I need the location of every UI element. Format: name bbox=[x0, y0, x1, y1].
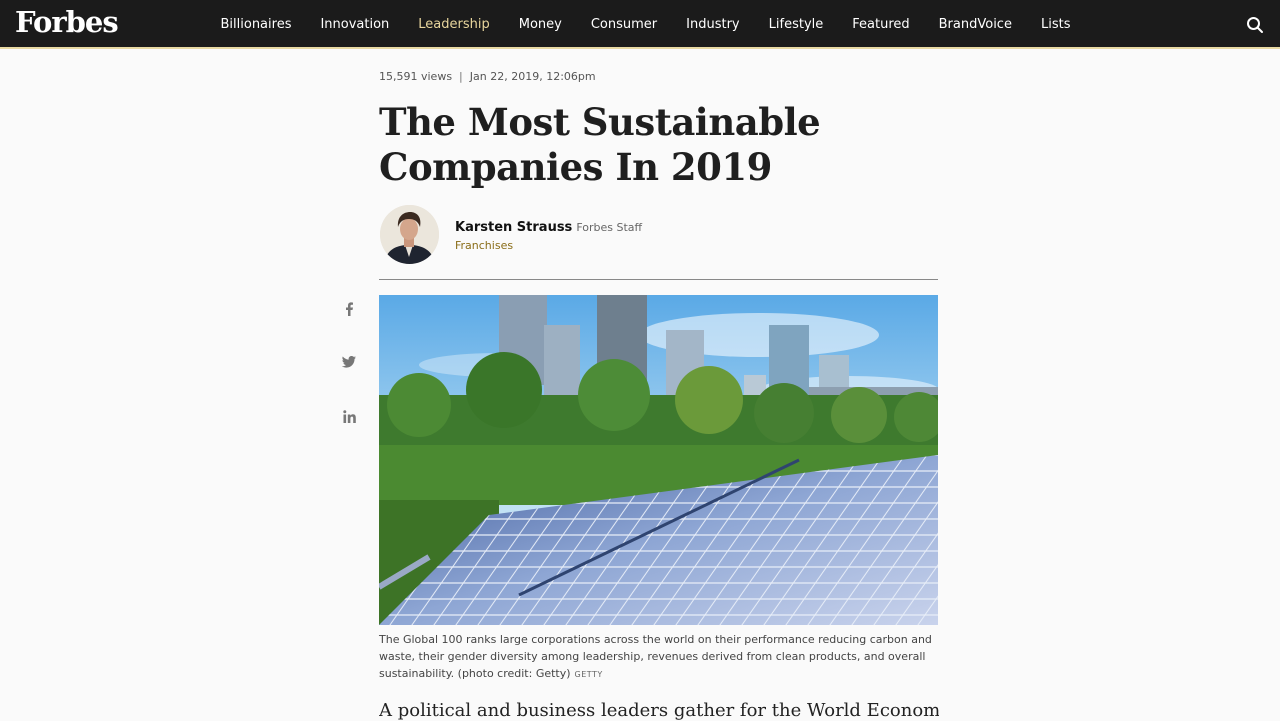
author-byline: Karsten Strauss Forbes Staff Franchises bbox=[379, 205, 939, 267]
nav-item-consumer[interactable]: Consumer bbox=[576, 17, 671, 32]
nav-item-money[interactable]: Money bbox=[504, 17, 576, 32]
author-section-link[interactable]: Franchises bbox=[455, 239, 513, 252]
author-name-line: Karsten Strauss Forbes Staff bbox=[455, 220, 642, 235]
facebook-icon[interactable] bbox=[338, 298, 360, 320]
search-icon[interactable] bbox=[1246, 16, 1264, 34]
nav-item-featured[interactable]: Featured bbox=[838, 17, 924, 32]
meta-separator: | bbox=[459, 70, 463, 83]
author-role: Forbes Staff bbox=[576, 221, 643, 234]
photo-credit: GETTY bbox=[574, 670, 603, 679]
caption-text: The Global 100 ranks large corporations … bbox=[379, 633, 932, 680]
nav-item-lists[interactable]: Lists bbox=[1026, 17, 1085, 32]
nav-item-leadership[interactable]: Leadership bbox=[404, 17, 504, 32]
publish-date: Jan 22, 2019, 12:06pm bbox=[469, 70, 596, 83]
hero-image[interactable] bbox=[379, 295, 938, 625]
view-count: 15,591 views bbox=[379, 70, 453, 83]
forbes-logo[interactable]: Forbes bbox=[15, 5, 119, 39]
nav-item-billionaires[interactable]: Billionaires bbox=[206, 17, 306, 32]
twitter-icon[interactable] bbox=[338, 351, 360, 373]
author-avatar[interactable] bbox=[380, 205, 439, 264]
linkedin-icon[interactable] bbox=[338, 405, 360, 427]
nav-item-brandvoice[interactable]: BrandVoice bbox=[924, 17, 1026, 32]
nav-item-innovation[interactable]: Innovation bbox=[306, 17, 404, 32]
main-nav: Billionaires Innovation Leadership Money… bbox=[206, 0, 1085, 49]
nav-item-industry[interactable]: Industry bbox=[672, 17, 754, 32]
top-navigation-bar: Forbes Billionaires Innovation Leadershi… bbox=[0, 0, 1280, 49]
author-name[interactable]: Karsten Strauss bbox=[455, 220, 572, 235]
nav-item-lifestyle[interactable]: Lifestyle bbox=[754, 17, 838, 32]
byline-divider bbox=[379, 279, 938, 280]
article-title: The Most Sustainable Companies In 2019 bbox=[379, 100, 821, 189]
article-meta: 15,591 views | Jan 22, 2019, 12:06pm bbox=[379, 70, 596, 83]
image-caption: The Global 100 ranks large corporations … bbox=[379, 631, 939, 683]
